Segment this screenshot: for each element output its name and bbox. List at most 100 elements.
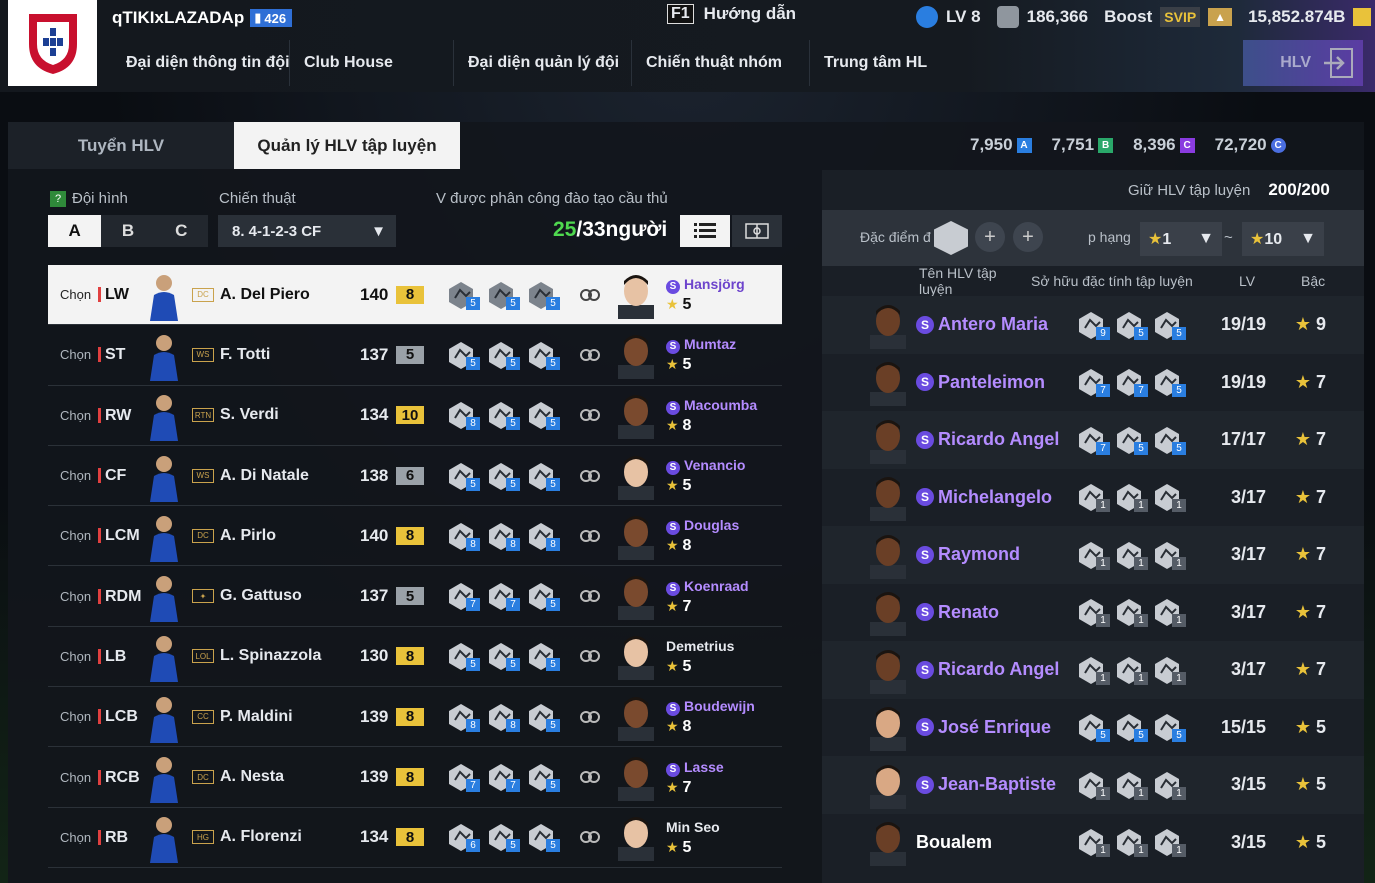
trait-level: 5	[546, 839, 560, 853]
link-icon[interactable]	[572, 650, 608, 663]
svip-badge[interactable]: SVIP	[1160, 7, 1201, 27]
nav-club-house[interactable]: Club House	[290, 40, 454, 86]
choose-label[interactable]: Chọn	[48, 528, 98, 543]
formation-c[interactable]: C	[155, 215, 208, 247]
trait-level: 5	[1134, 729, 1148, 743]
rank-to-dropdown[interactable]: ★10 ▼	[1242, 222, 1324, 256]
player-row[interactable]: Chọn LW DC A. Del Piero 140 8 5 5 5 S Hansjörg ★ 5	[48, 265, 782, 326]
player-name: A. Del Piero	[220, 285, 310, 303]
nav-team-management[interactable]: Đại diện quản lý đội	[454, 40, 632, 86]
choose-label[interactable]: Chọn	[48, 408, 98, 423]
tab-recruit-coach[interactable]: Tuyển HLV	[8, 122, 234, 169]
nav-squad-tactics[interactable]: Chiến thuật nhóm	[632, 40, 810, 86]
choose-label[interactable]: Chọn	[48, 649, 98, 664]
player-row[interactable]: Chọn CF WS A. Di Natale 138 6 5 5 5 S Venancio ★ 5	[48, 446, 782, 507]
formation-b[interactable]: B	[101, 215, 154, 247]
player-row[interactable]: Chọn RW RTN S. Verdi 134 10 8 5 5 S Macoumba ★ 8	[48, 386, 782, 446]
guide-button[interactable]: F1 Hướng dẫn	[667, 4, 796, 24]
nav-team-info[interactable]: Đại diện thông tin đội	[112, 40, 290, 86]
player-row[interactable]: Chọn RCB DC A. Nesta 139 8 7 7 5 S Lasse ★ 7	[48, 747, 782, 808]
choose-label[interactable]: Chọn	[48, 347, 98, 362]
link-icon[interactable]	[572, 409, 608, 422]
player-name: L. Spinazzola	[220, 647, 322, 665]
portugal-crest-icon	[28, 14, 77, 74]
help-icon[interactable]: ?	[50, 190, 66, 207]
link-icon[interactable]	[572, 831, 608, 844]
coach-info: S Mumtaz ★ 5	[666, 334, 736, 375]
coach-name-text: Jean-Baptiste	[938, 774, 1057, 795]
choose-label[interactable]: Chọn	[48, 287, 98, 302]
position-label: RCB	[98, 769, 140, 785]
star-icon: ★	[1294, 486, 1316, 507]
enhance-level: 6	[396, 466, 424, 485]
trait-level: 9	[1096, 326, 1110, 340]
star-icon: ★	[666, 718, 683, 735]
coach-stars: 5	[682, 838, 692, 856]
special-coach-icon: S	[916, 660, 934, 679]
player-row[interactable]: Chọn LCB CC P. Maldini 139 8 8 8 5 S Boudewijn ★ 8	[48, 687, 782, 748]
assigned-label: V được phân công đào tạo cầu thủ	[436, 190, 668, 207]
coach-row[interactable]: S Panteleimon 7 7 5 19/19 ★ 7	[822, 354, 1364, 412]
coach-name: Mumtaz	[684, 336, 737, 353]
nav-training-center[interactable]: Trung tâm HL	[810, 40, 988, 86]
link-icon[interactable]	[572, 348, 608, 361]
formation-label-text: Đội hình	[72, 190, 128, 207]
formation-a[interactable]: A	[48, 215, 102, 247]
tab-manage-coach[interactable]: Quản lý HLV tập luyện	[234, 122, 460, 169]
list-view-button[interactable]	[680, 215, 730, 247]
star-icon: ★	[1250, 231, 1265, 248]
coach-row[interactable]: S Renato 1 1 1 3/17 ★ 7	[822, 584, 1364, 642]
coach-face	[614, 572, 658, 621]
link-icon[interactable]	[572, 288, 608, 301]
add-trait-button-2[interactable]: +	[1013, 222, 1043, 252]
coach-rank: ★ 5	[1266, 774, 1326, 795]
coach-row[interactable]: S Jean-Baptiste 1 1 1 3/15 ★ 5	[822, 756, 1364, 814]
choose-label[interactable]: Chọn	[48, 468, 98, 483]
link-icon[interactable]	[572, 710, 608, 723]
coach-row[interactable]: S José Enrique 5 5 5 15/15 ★ 5	[822, 699, 1364, 757]
player-traits: 8 8 5	[446, 702, 572, 732]
pitch-view-button[interactable]	[732, 215, 782, 247]
link-icon[interactable]	[572, 771, 608, 784]
choose-label[interactable]: Chọn	[48, 830, 98, 845]
player-row[interactable]: Chọn LB LOL L. Spinazzola 130 8 5 5 5 Demetrius ★ …	[48, 627, 782, 688]
position-label: CF	[98, 468, 138, 484]
upgrade-arrow-icon[interactable]: ▲	[1208, 8, 1233, 26]
choose-label[interactable]: Chọn	[48, 709, 98, 724]
rank-from-dropdown[interactable]: ★1 ▼	[1140, 222, 1222, 256]
link-icon[interactable]	[572, 590, 608, 603]
enhance-level: 8	[396, 768, 424, 787]
training-trait-icon: 1	[1152, 597, 1186, 628]
coach-row[interactable]: S Michelangelo 1 1 1 3/17 ★ 7	[822, 469, 1364, 527]
player-row[interactable]: Chọn ST WS F. Totti 137 5 5 5 5 S Mumtaz ★ 5	[48, 325, 782, 386]
link-icon[interactable]	[572, 529, 608, 542]
coach-row[interactable]: S Ricardo Angel 1 1 1 3/17 ★ 7	[822, 641, 1364, 699]
player-traits: 6 5 5	[446, 822, 572, 853]
coach-row[interactable]: S Ricardo Angel 7 5 5 17/17 ★ 7	[822, 411, 1364, 469]
choose-label[interactable]: Chọn	[48, 589, 98, 604]
coach-name: Min Seo	[666, 818, 720, 835]
link-icon[interactable]	[572, 469, 608, 482]
training-trait-icon: 5	[526, 280, 560, 310]
player-row[interactable]: Chọn RDM ✦ G. Gattuso 137 5 7 7 5 S Koenraad ★ 7	[48, 566, 782, 627]
coach-row[interactable]: S Raymond 1 1 1 3/17 ★ 7	[822, 526, 1364, 584]
trait-level: 7	[1096, 441, 1110, 455]
hlv-button[interactable]: HLV	[1243, 40, 1363, 86]
training-trait-icon: 1	[1152, 540, 1186, 570]
player-row[interactable]: Chọn RB HG A. Florenzi 134 8 6 5 5 Min Seo ★ 5	[48, 808, 782, 868]
training-trait-icon: 1	[1152, 770, 1186, 800]
add-trait-button[interactable]: +	[975, 222, 1005, 252]
player-row[interactable]: Chọn LCM DC A. Pirlo 140 8 8 8 8 S Douglas ★ 8	[48, 506, 782, 567]
coach-name: Venancio	[684, 457, 746, 474]
coach-row[interactable]: S Antero Maria 9 5 5 19/19 ★ 9	[822, 296, 1364, 354]
player-ovr: 137	[360, 586, 389, 606]
training-trait-icon: 8	[486, 702, 520, 732]
coach-level: 19/19	[1220, 371, 1266, 392]
coach-level: 3/17	[1230, 544, 1266, 565]
tactic-dropdown[interactable]: 8. 4-1-2-3 CF ▼	[218, 215, 396, 247]
coach-rank-value: 5	[1315, 774, 1326, 795]
choose-label[interactable]: Chọn	[48, 770, 98, 785]
training-trait-icon: 5	[486, 822, 520, 853]
coach-row[interactable]: Boualem 1 1 1 3/15 ★ 5	[822, 814, 1364, 872]
trait-level: 1	[1096, 614, 1110, 628]
